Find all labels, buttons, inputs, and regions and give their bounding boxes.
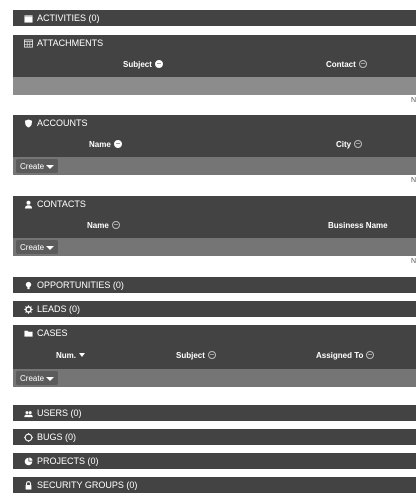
projects-panel-header[interactable]: PROJECTS (0) [13, 453, 416, 469]
contacts-footer: N [13, 256, 416, 267]
activities-title: ACTIVITIES (0) [37, 13, 100, 23]
users-icon [23, 408, 33, 418]
contacts-create-button[interactable]: Create [16, 240, 59, 254]
lightbulb-icon [23, 280, 33, 290]
security-groups-panel-header[interactable]: SECURITY GROUPS (0) [13, 477, 416, 493]
users-title: USERS (0) [37, 408, 82, 418]
shield-icon [23, 118, 33, 128]
chevron-down-icon [46, 165, 55, 169]
column-header-city[interactable]: City [336, 131, 363, 157]
bugs-panel-header[interactable]: BUGS (0) [13, 429, 416, 445]
column-header-business-name[interactable]: Business Name [328, 212, 388, 238]
opportunities-panel-header[interactable]: OPPORTUNITIES (0) [13, 277, 416, 293]
accounts-panel-header[interactable]: ACCOUNTS [13, 115, 416, 131]
projects-title: PROJECTS (0) [37, 456, 99, 466]
leads-title: LEADS (0) [37, 304, 81, 314]
sort-icon[interactable] [113, 140, 122, 148]
sort-icon[interactable] [354, 140, 363, 148]
cases-title: CASES [37, 328, 68, 338]
cases-panel-header[interactable]: CASES [13, 325, 416, 341]
column-header-name[interactable]: Name [87, 212, 120, 238]
attachments-panel-header[interactable]: ATTACHMENTS [13, 35, 416, 51]
chevron-down-icon [46, 377, 55, 381]
pagination-text: N [410, 258, 416, 265]
gear-icon [23, 304, 33, 314]
column-header-name[interactable]: Name [89, 131, 122, 157]
column-header-subject[interactable]: Subject [123, 51, 163, 77]
attachments-table-header: Subject Contact [13, 51, 416, 77]
sort-desc-icon[interactable] [79, 353, 85, 357]
accounts-table-header: Name City [13, 131, 416, 157]
attachments-title: ATTACHMENTS [37, 38, 104, 48]
pagination-text: N [410, 97, 416, 104]
cases-action-row: Create [13, 369, 416, 387]
accounts-create-button[interactable]: Create [16, 159, 59, 173]
leads-panel-header[interactable]: LEADS (0) [13, 301, 416, 317]
sort-icon[interactable] [207, 351, 216, 359]
accounts-footer: N [13, 175, 416, 186]
users-panel-header[interactable]: USERS (0) [13, 405, 416, 421]
cases-create-button[interactable]: Create [16, 371, 59, 385]
sort-icon[interactable] [111, 221, 120, 229]
sort-icon[interactable] [154, 60, 163, 68]
bugs-title: BUGS (0) [37, 432, 77, 442]
sort-icon[interactable] [358, 60, 367, 68]
lock-icon [23, 480, 33, 490]
folder-icon [23, 328, 33, 338]
calendar-icon [23, 13, 33, 23]
activities-panel-header[interactable]: ACTIVITIES (0) [13, 10, 416, 26]
person-icon [23, 199, 33, 209]
contacts-panel-header[interactable]: CONTACTS [13, 196, 416, 212]
column-header-subject[interactable]: Subject [176, 341, 216, 369]
cases-table-header: Num. Subject Assigned To [13, 341, 416, 369]
accounts-title: ACCOUNTS [37, 118, 88, 128]
column-header-assigned-to[interactable]: Assigned To [316, 341, 375, 369]
bug-icon [23, 432, 33, 442]
accounts-action-row: Create [13, 157, 416, 175]
attachments-footer: N [13, 95, 416, 106]
attachments-action-row [13, 77, 416, 95]
column-header-num[interactable]: Num. [56, 341, 85, 369]
column-header-contact[interactable]: Contact [326, 51, 367, 77]
opportunities-title: OPPORTUNITIES (0) [37, 280, 124, 290]
contacts-title: CONTACTS [37, 199, 86, 209]
chevron-down-icon [46, 246, 55, 250]
contacts-table-header: Name Business Name [13, 212, 416, 238]
sort-icon[interactable] [366, 351, 375, 359]
grid-calendar-icon [23, 38, 33, 48]
pagination-text: N [410, 177, 416, 184]
pie-chart-icon [23, 456, 33, 466]
security-groups-title: SECURITY GROUPS (0) [37, 480, 138, 490]
contacts-action-row: Create [13, 238, 416, 256]
